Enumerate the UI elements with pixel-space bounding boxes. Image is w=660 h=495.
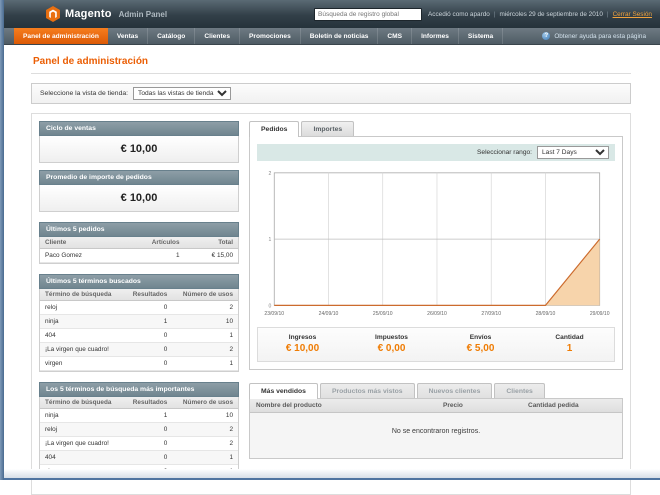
last-orders-card: Últimos 5 pedidos Cliente Artículos Tota… bbox=[39, 222, 239, 264]
table-row: ninja 1 10 bbox=[40, 314, 238, 329]
empty-records-message: No se encontraron registros. bbox=[250, 413, 622, 458]
table-row: 404 0 1 bbox=[40, 450, 238, 465]
tab-importes[interactable]: Importes bbox=[301, 121, 355, 136]
card-title: Promedio de importe de pedidos bbox=[39, 170, 239, 185]
svg-text:1: 1 bbox=[269, 237, 272, 243]
svg-text:28/09/10: 28/09/10 bbox=[536, 311, 556, 317]
magento-icon bbox=[46, 6, 60, 22]
nav-item-ventas[interactable]: Ventas bbox=[108, 28, 149, 44]
nav-item-dashboard[interactable]: Panel de administración bbox=[14, 28, 108, 44]
tab-productos-mas-vistos[interactable]: Productos más vistos bbox=[319, 383, 415, 398]
table-row: ¡La virgen que cuadro! 0 2 bbox=[40, 436, 238, 451]
logo-text: Magento bbox=[65, 8, 112, 20]
svg-text:24/09/10: 24/09/10 bbox=[319, 311, 339, 317]
page-title: Panel de administración bbox=[33, 56, 149, 67]
column-price: Precio bbox=[443, 402, 463, 409]
svg-text:29/09/10: 29/09/10 bbox=[590, 311, 610, 317]
tab-pedidos[interactable]: Pedidos bbox=[249, 121, 300, 137]
header-logo: Magento Admin Panel bbox=[46, 6, 167, 22]
orders-chart: 0 1 2 23/09/10 24/09/10 25/09/10 26/09/10 27/09… bbox=[264, 171, 610, 317]
table-row: ninja 1 10 bbox=[40, 408, 238, 423]
help-label: Obtener ayuda para esta página bbox=[554, 32, 646, 40]
column-product-name: Nombre del producto bbox=[256, 402, 322, 409]
store-view-select[interactable]: Todas las vistas de tienda bbox=[133, 87, 232, 100]
separator bbox=[494, 11, 496, 18]
stat-envios: Envíos € 5,00 bbox=[466, 334, 495, 354]
svg-text:0: 0 bbox=[269, 303, 272, 309]
table-row: Paco Gomez 1 € 15,00 bbox=[40, 248, 238, 263]
average-orders-card: Promedio de importe de pedidos € 10,00 bbox=[39, 170, 239, 212]
stat-impuestos: Impuestos € 0,00 bbox=[375, 334, 408, 354]
card-title: Últimos 5 pedidos bbox=[39, 222, 239, 237]
dashboard-column: Pedidos Importes Seleccionar rango: Last… bbox=[249, 121, 623, 487]
tab-nuevos-clientes[interactable]: Nuevos clientes bbox=[416, 383, 493, 398]
nav-item-informes[interactable]: Informes bbox=[412, 28, 459, 44]
svg-text:25/09/10: 25/09/10 bbox=[373, 311, 393, 317]
window-edge-left bbox=[0, 0, 4, 480]
chart-wrapper: 0 1 2 23/09/10 24/09/10 25/09/10 26/09/10 27/09… bbox=[257, 161, 615, 319]
header-meta: Accedió como apardo miércoles 29 de sept… bbox=[428, 11, 652, 18]
average-orders-value: € 10,00 bbox=[120, 192, 158, 204]
nav-item-clientes[interactable]: Clientes bbox=[195, 28, 240, 44]
last-search-terms-table: Término de búsqueda Resultados Número de… bbox=[40, 289, 238, 371]
stat-ingresos: Ingresos € 10,00 bbox=[285, 334, 320, 354]
window-edge-bottom bbox=[0, 469, 660, 480]
help-link[interactable]: ? Obtener ayuda para esta página bbox=[542, 28, 660, 44]
svg-text:26/09/10: 26/09/10 bbox=[427, 311, 447, 317]
lifetime-sales-value: € 10,00 bbox=[120, 143, 158, 155]
logo-suffix: Admin Panel bbox=[118, 9, 168, 19]
main-nav: Panel de administración Ventas Catálogo … bbox=[0, 28, 660, 45]
products-grid: Nombre del producto Precio Cantidad pedi… bbox=[249, 398, 623, 459]
table-row: reloj 0 2 bbox=[40, 300, 238, 315]
title-divider bbox=[31, 73, 631, 74]
separator bbox=[607, 11, 609, 18]
card-title: Últimos 5 términos buscados bbox=[39, 274, 239, 289]
global-search-input[interactable] bbox=[314, 7, 422, 21]
totals-bar: Ingresos € 10,00 Impuestos € 0,00 Envíos… bbox=[257, 327, 615, 362]
chart-panel: Seleccionar rango: Last 7 Days 0 1 2 23/09/… bbox=[249, 136, 623, 370]
sidebar-column: Ciclo de ventas € 10,00 Promedio de impo… bbox=[39, 121, 239, 487]
table-row: reloj 0 2 bbox=[40, 422, 238, 437]
last-orders-table: Cliente Artículos Total Paco Gomez 1 € 15,… bbox=[40, 237, 238, 263]
session-date: miércoles 29 de septiembre de 2010 bbox=[499, 10, 603, 18]
nav-item-promociones[interactable]: Promociones bbox=[240, 28, 301, 44]
nav-item-catalogo[interactable]: Catálogo bbox=[148, 28, 196, 44]
products-tabs: Más vendidos Productos más vistos Nuevos… bbox=[249, 383, 623, 399]
nav-item-sistema[interactable]: Sistema bbox=[459, 28, 504, 44]
dashboard-body: Ciclo de ventas € 10,00 Promedio de impo… bbox=[31, 113, 631, 495]
products-grid-header: Nombre del producto Precio Cantidad pedi… bbox=[250, 399, 622, 413]
nav-item-cms[interactable]: CMS bbox=[378, 28, 413, 44]
svg-text:2: 2 bbox=[269, 171, 272, 177]
card-title: Ciclo de ventas bbox=[39, 121, 239, 136]
card-title: Los 5 términos de búsqueda más important… bbox=[39, 382, 239, 397]
stat-cantidad: Cantidad 1 bbox=[555, 334, 584, 354]
svg-text:27/09/10: 27/09/10 bbox=[481, 311, 501, 317]
lifetime-sales-card: Ciclo de ventas € 10,00 bbox=[39, 121, 239, 163]
column-qty-ordered: Cantidad pedida bbox=[528, 402, 579, 409]
top-search-terms-table: Término de búsqueda Resultados Número de… bbox=[40, 397, 238, 479]
top-search-terms-card: Los 5 términos de búsqueda más important… bbox=[39, 382, 239, 480]
tab-mas-vendidos[interactable]: Más vendidos bbox=[249, 383, 318, 399]
range-label: Seleccionar rango: bbox=[477, 149, 532, 156]
range-bar: Seleccionar rango: Last 7 Days bbox=[257, 144, 615, 161]
app-header: Magento Admin Panel Accedió como apardo … bbox=[0, 0, 660, 28]
table-row: 404 0 1 bbox=[40, 328, 238, 343]
last-search-terms-card: Últimos 5 términos buscados Término de b… bbox=[39, 274, 239, 372]
logout-link[interactable]: Cerrar Sesión bbox=[613, 11, 652, 18]
table-row: virgen 0 1 bbox=[40, 356, 238, 371]
tab-clientes[interactable]: Clientes bbox=[494, 383, 545, 398]
range-select[interactable]: Last 7 Days bbox=[537, 146, 609, 159]
svg-text:23/09/10: 23/09/10 bbox=[264, 311, 284, 317]
help-icon: ? bbox=[542, 32, 551, 40]
table-row: ¡La virgen que cuadro! 0 2 bbox=[40, 342, 238, 357]
store-view-label: Seleccione la vista de tienda: bbox=[40, 90, 129, 97]
nav-item-boletin[interactable]: Boletín de noticias bbox=[301, 28, 379, 44]
logged-in-text: Accedió como apardo bbox=[428, 10, 490, 18]
chart-tabs: Pedidos Importes bbox=[249, 121, 623, 137]
content-area: Panel de administración Seleccione la vi… bbox=[0, 45, 660, 495]
store-view-switcher: Seleccione la vista de tienda: Todas las… bbox=[31, 83, 631, 104]
